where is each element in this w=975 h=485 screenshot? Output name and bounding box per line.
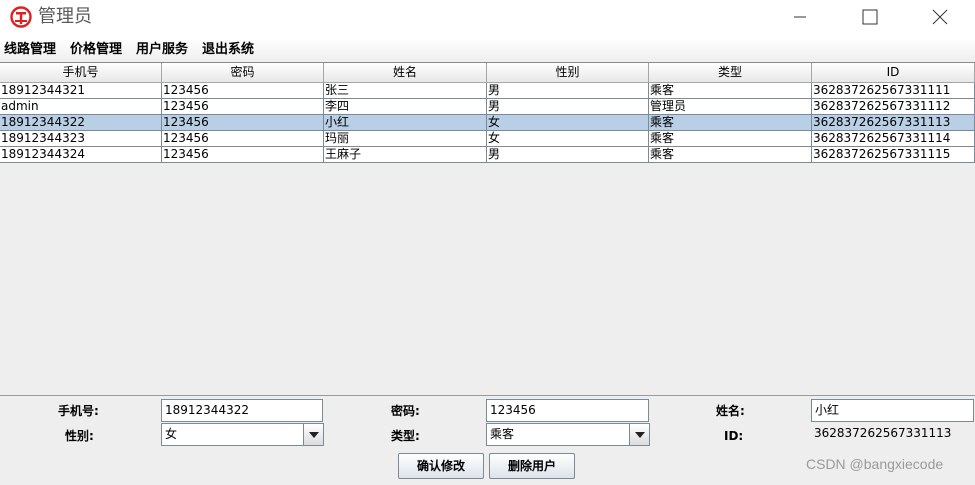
cell-gender: 女	[487, 115, 649, 131]
password-field[interactable]: 123456	[486, 399, 649, 422]
cell-name: 张三	[324, 83, 487, 99]
cell-type: 乘客	[649, 115, 812, 131]
cell-gender: 女	[487, 131, 649, 147]
cell-name: 小红	[324, 115, 487, 131]
menu-route-management[interactable]: 线路管理	[4, 39, 56, 61]
title-bar: 管理员	[0, 0, 975, 36]
cell-id: 362837262567331111	[812, 83, 975, 99]
cell-id: 362837262567331112	[812, 99, 975, 115]
cell-name: 李四	[324, 99, 487, 115]
user-table[interactable]: 手机号 密码 姓名 性别 类型 ID 18912344321 123456 张三…	[0, 62, 975, 395]
table-row[interactable]: 18912344324 123456 王麻子 男 乘客 362837262567…	[0, 147, 975, 163]
cell-gender: 男	[487, 83, 649, 99]
cell-phone: 18912344322	[0, 115, 162, 131]
cell-gender: 男	[487, 147, 649, 163]
chevron-down-icon[interactable]	[303, 424, 323, 445]
phone-label: 手机号:	[58, 404, 99, 418]
chevron-down-icon[interactable]	[629, 424, 649, 445]
cell-password: 123456	[162, 115, 324, 131]
column-header-type[interactable]: 类型	[649, 63, 812, 83]
cell-password: 123456	[162, 83, 324, 99]
close-icon	[932, 9, 948, 25]
cell-phone: 18912344323	[0, 131, 162, 147]
cell-name: 王麻子	[324, 147, 487, 163]
cell-phone: admin	[0, 99, 162, 115]
menu-user-service[interactable]: 用户服务	[136, 39, 188, 61]
table-row[interactable]: admin 123456 李四 男 管理员 362837262567331112	[0, 99, 975, 115]
maximize-button[interactable]	[835, 0, 905, 34]
cell-type: 乘客	[649, 83, 812, 99]
column-header-phone[interactable]: 手机号	[0, 63, 162, 83]
type-select[interactable]: 乘客	[486, 423, 650, 446]
menu-price-management[interactable]: 价格管理	[70, 39, 122, 61]
maximize-icon	[862, 9, 878, 25]
cell-password: 123456	[162, 131, 324, 147]
close-button[interactable]	[905, 0, 975, 34]
watermark: CSDN @bangxiecode	[806, 456, 944, 472]
cell-name: 玛丽	[324, 131, 487, 147]
table-row[interactable]: 18912344321 123456 张三 男 乘客 3628372625673…	[0, 83, 975, 99]
cell-id: 362837262567331114	[812, 131, 975, 147]
gender-label: 性别:	[65, 429, 94, 443]
type-selected-value: 乘客	[490, 427, 515, 441]
id-value: 362837262567331113	[814, 426, 952, 440]
cell-gender: 男	[487, 99, 649, 115]
column-header-name[interactable]: 姓名	[324, 63, 487, 83]
table-row-selected[interactable]: 18912344322 123456 小红 女 乘客 3628372625673…	[0, 115, 975, 131]
cell-id: 362837262567331115	[812, 147, 975, 163]
delete-user-button[interactable]: 删除用户	[489, 453, 575, 479]
name-field[interactable]: 小红	[811, 399, 974, 422]
column-header-gender[interactable]: 性别	[487, 63, 649, 83]
menu-bar: 线路管理 价格管理 用户服务 退出系统	[0, 38, 975, 62]
name-label: 姓名:	[716, 404, 745, 418]
cell-phone: 18912344324	[0, 147, 162, 163]
confirm-edit-button[interactable]: 确认修改	[398, 453, 484, 479]
column-header-password[interactable]: 密码	[162, 63, 324, 83]
cell-phone: 18912344321	[0, 83, 162, 99]
cell-password: 123456	[162, 147, 324, 163]
gender-selected-value: 女	[165, 427, 178, 441]
column-header-id[interactable]: ID	[812, 63, 975, 83]
id-label: ID:	[724, 429, 744, 443]
table-body: 18912344321 123456 张三 男 乘客 3628372625673…	[0, 83, 975, 163]
cell-type: 乘客	[649, 147, 812, 163]
minimize-icon	[794, 16, 806, 18]
window-title: 管理员	[38, 6, 92, 27]
type-label: 类型:	[391, 429, 420, 443]
cell-password: 123456	[162, 99, 324, 115]
table-row[interactable]: 18912344323 123456 玛丽 女 乘客 3628372625673…	[0, 131, 975, 147]
railway-logo-icon	[10, 6, 32, 28]
table-header: 手机号 密码 姓名 性别 类型 ID	[0, 63, 975, 83]
phone-field[interactable]: 18912344322	[161, 399, 323, 422]
password-label: 密码:	[391, 404, 420, 418]
gender-select[interactable]: 女	[161, 423, 324, 446]
cell-type: 管理员	[649, 99, 812, 115]
cell-type: 乘客	[649, 131, 812, 147]
cell-id: 362837262567331113	[812, 115, 975, 131]
menu-exit-system[interactable]: 退出系统	[202, 39, 254, 61]
minimize-button[interactable]	[765, 0, 835, 34]
